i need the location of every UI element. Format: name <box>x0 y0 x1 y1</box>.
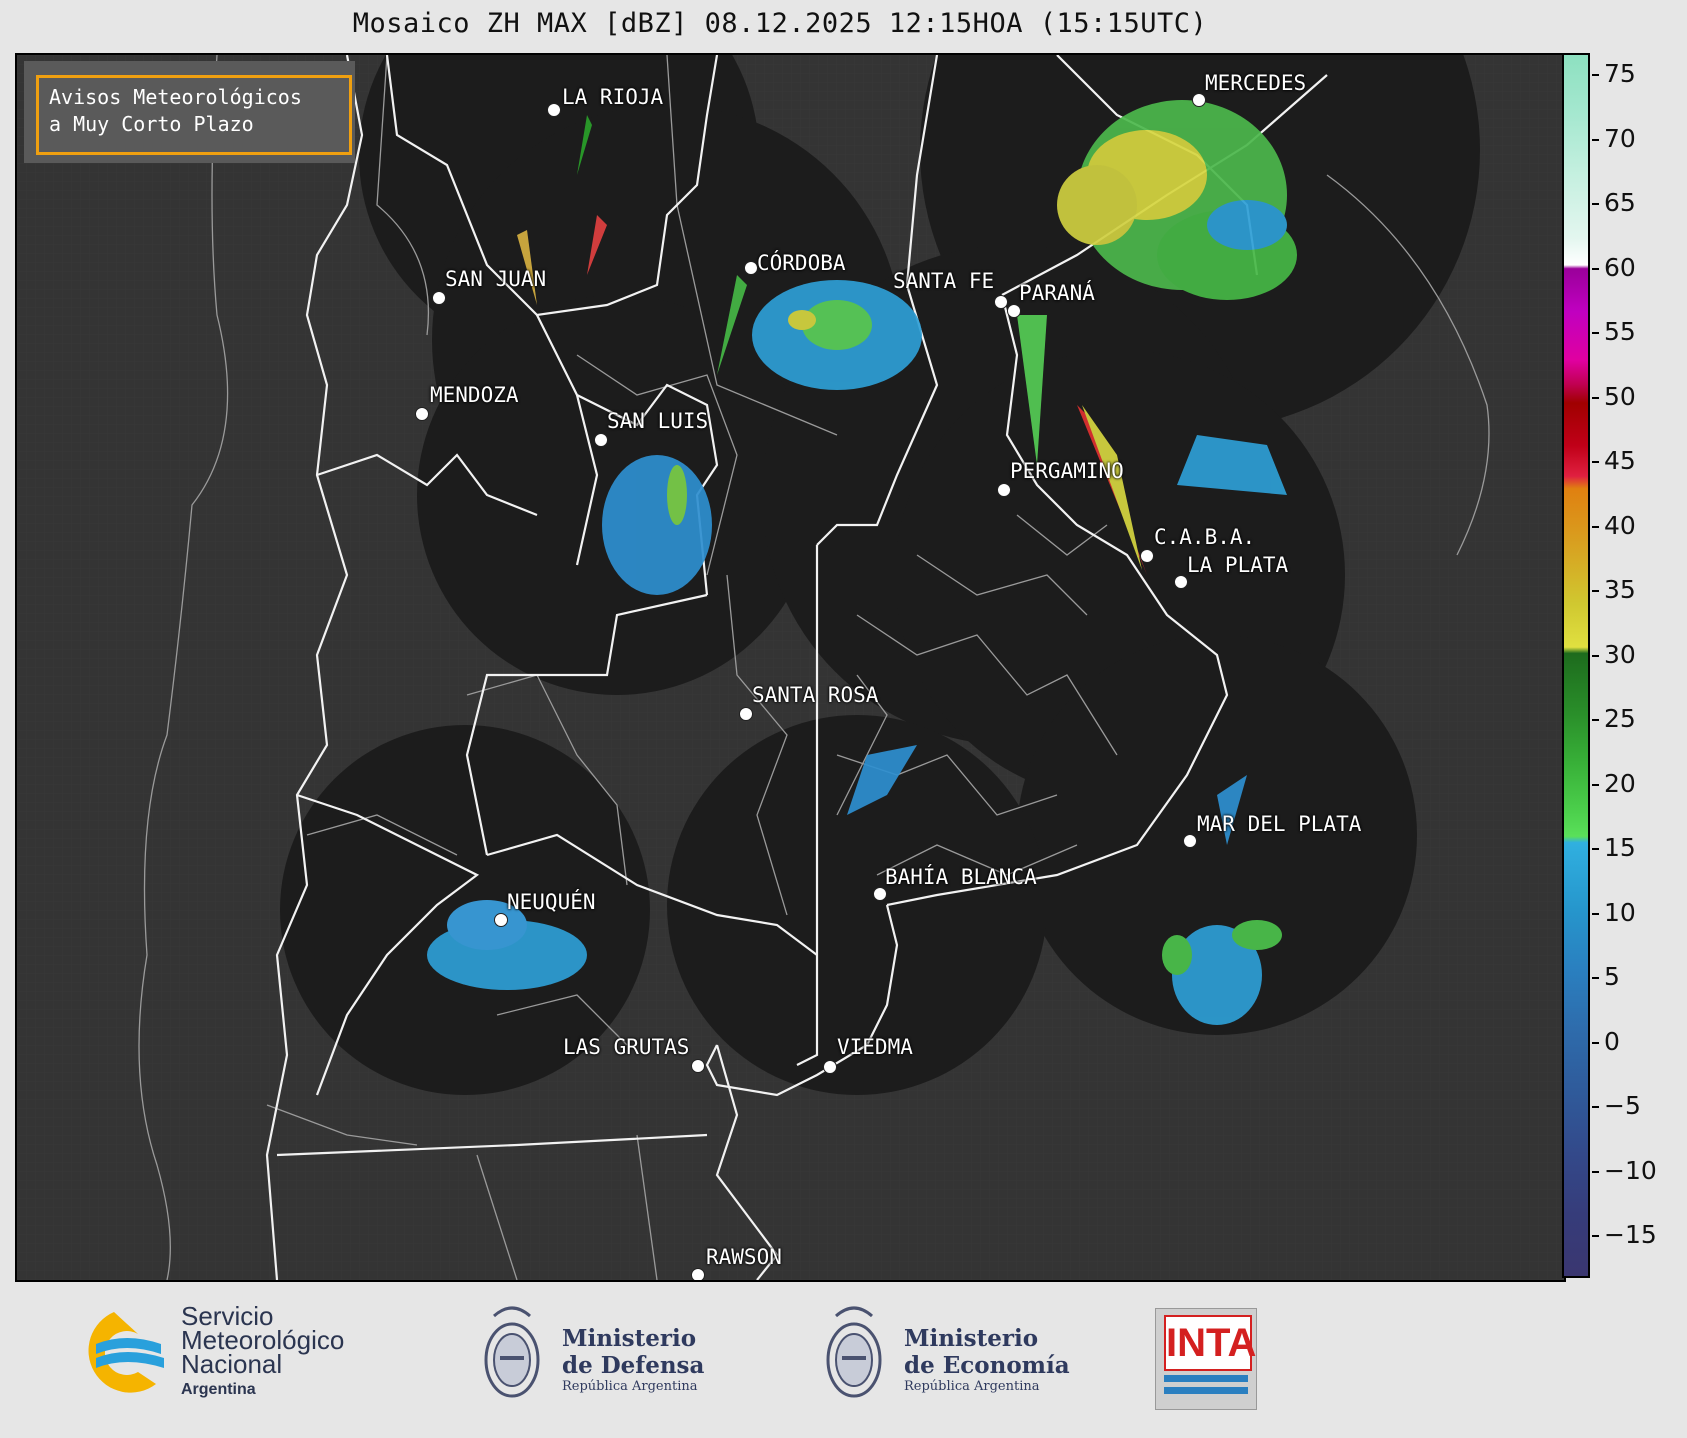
colorbar-tick-label: 40 <box>1604 510 1636 540</box>
city-label: VIEDMA <box>837 1035 913 1059</box>
defensa-line-2: de Defensa <box>562 1352 705 1379</box>
inta-wordmark: INTA <box>1164 1315 1256 1371</box>
colorbar-tick <box>1592 783 1599 786</box>
notice-panel: Avisos Meteorológicos a Muy Corto Plazo <box>24 61 355 163</box>
colorbar-tick <box>1592 848 1599 850</box>
city-marker[interactable] <box>547 103 561 117</box>
city-marker[interactable] <box>594 433 608 447</box>
city-label: LA PLATA <box>1187 553 1289 577</box>
city-marker[interactable] <box>744 261 758 275</box>
colorbar-tick-label: 50 <box>1604 381 1636 411</box>
smn-line-3: Nacional <box>181 1349 283 1379</box>
colorbar-tick-label: 65 <box>1604 188 1636 217</box>
city-marker[interactable] <box>415 407 429 421</box>
city-label: PERGAMINO <box>1010 459 1124 483</box>
city-marker[interactable] <box>1140 549 1154 563</box>
colorbar-tick-label: 20 <box>1604 768 1636 798</box>
city-marker[interactable] <box>494 913 508 927</box>
city-label: SAN LUIS <box>607 409 709 433</box>
city-marker[interactable] <box>739 707 753 721</box>
city-marker[interactable] <box>997 483 1011 497</box>
notice-line-2: a Muy Corto Plazo <box>49 112 254 136</box>
colorbar-tick <box>1592 1041 1599 1044</box>
city-label: MENDOZA <box>430 383 519 407</box>
colorbar-tick <box>1592 267 1599 270</box>
smn-line-4: Argentina <box>181 1381 256 1398</box>
colorbar-tick-label: 35 <box>1604 575 1636 604</box>
colorbar-tick <box>1592 525 1599 528</box>
city-label: LA RIOJA <box>562 85 664 109</box>
colorbar-tick <box>1592 396 1599 399</box>
city-label: SANTA FE <box>893 269 995 293</box>
map-canvas <box>17 55 1564 1280</box>
colorbar-tick-label: −10 <box>1604 1155 1657 1185</box>
notice-line-1: Avisos Meteorológicos <box>49 85 302 109</box>
city-label: SAN JUAN <box>445 267 547 291</box>
colorbar-tick <box>1592 1106 1599 1108</box>
defensa-line-1: Ministerio <box>562 1325 697 1352</box>
colorbar-tick <box>1592 1235 1599 1237</box>
city-label: CÓRDOBA <box>757 251 846 275</box>
colorbar-tick-label: −5 <box>1604 1091 1641 1120</box>
colorbar-tick <box>1592 461 1599 463</box>
city-label: PARANÁ <box>1019 281 1095 305</box>
city-label: MAR DEL PLATA <box>1197 812 1362 836</box>
city-label: MERCEDES <box>1205 71 1307 95</box>
colorbar-tick <box>1592 74 1599 76</box>
city-label: BAHÍA BLANCA <box>885 865 1037 889</box>
city-label: SANTA ROSA <box>752 683 879 707</box>
city-marker[interactable] <box>691 1059 705 1073</box>
colorbar <box>1562 53 1590 1278</box>
smn-name: Servicio Meteorológico Nacional Argentin… <box>181 1303 344 1402</box>
colorbar-tick <box>1592 719 1599 721</box>
city-marker[interactable] <box>1007 304 1021 318</box>
city-marker[interactable] <box>1183 834 1197 848</box>
coat-of-arms-icon <box>484 1306 540 1398</box>
colorbar-tick <box>1592 332 1599 334</box>
economia-name: Ministerio de Economía República Argenti… <box>904 1325 1070 1394</box>
economia-line-3: República Argentina <box>904 1379 1040 1394</box>
coat-of-arms-icon <box>826 1306 882 1398</box>
city-marker[interactable] <box>1192 93 1206 107</box>
city-marker[interactable] <box>432 291 446 305</box>
colorbar-tick-label: 10 <box>1604 897 1636 927</box>
inta-logo-icon: INTA <box>1155 1308 1257 1410</box>
colorbar-tick-label: 45 <box>1604 446 1636 475</box>
colorbar-tick-label: 75 <box>1604 59 1636 88</box>
colorbar-tick <box>1592 203 1599 205</box>
colorbar-tick-label: 25 <box>1604 704 1636 733</box>
smn-logo-icon <box>88 1312 164 1393</box>
defensa-name: Ministerio de Defensa República Argentin… <box>562 1325 704 1394</box>
city-label: RAWSON <box>706 1245 782 1269</box>
city-label: LAS GRUTAS <box>563 1035 690 1059</box>
city-marker[interactable] <box>994 295 1008 309</box>
colorbar-tick-label: 55 <box>1604 317 1636 346</box>
colorbar-tick <box>1592 654 1599 657</box>
colorbar-tick-label: 70 <box>1604 123 1636 153</box>
city-marker[interactable] <box>823 1060 837 1074</box>
footer: Servicio Meteorológico Nacional Argentin… <box>0 1280 1687 1438</box>
colorbar-tick-label: 15 <box>1604 833 1636 862</box>
colorbar-tick <box>1592 912 1599 915</box>
colorbar-tick <box>1592 977 1599 979</box>
city-marker[interactable] <box>873 887 887 901</box>
city-label: C.A.B.A. <box>1154 525 1256 549</box>
economia-line-1: Ministerio <box>904 1325 1039 1352</box>
colorbar-tick <box>1592 1170 1599 1173</box>
colorbar-tick-label: 0 <box>1604 1026 1620 1056</box>
economia-line-2: de Economía <box>904 1352 1070 1379</box>
colorbar-tick-label: 5 <box>1604 962 1620 991</box>
city-marker[interactable] <box>1174 575 1188 589</box>
radar-map[interactable]: Avisos Meteorológicos a Muy Corto Plazo … <box>15 53 1566 1282</box>
colorbar-tick <box>1592 590 1599 592</box>
notice-frame: Avisos Meteorológicos a Muy Corto Plazo <box>36 75 352 155</box>
colorbar-tick-label: −15 <box>1604 1220 1657 1249</box>
colorbar-tick-label: 30 <box>1604 639 1636 669</box>
defensa-line-3: República Argentina <box>562 1379 698 1394</box>
colorbar-tick-label: 60 <box>1604 252 1636 282</box>
map-title: Mosaico ZH MAX [dBZ] 08.12.2025 12:15HOA… <box>352 8 1208 39</box>
city-label: NEUQUÉN <box>507 890 596 914</box>
colorbar-tick <box>1592 138 1599 141</box>
